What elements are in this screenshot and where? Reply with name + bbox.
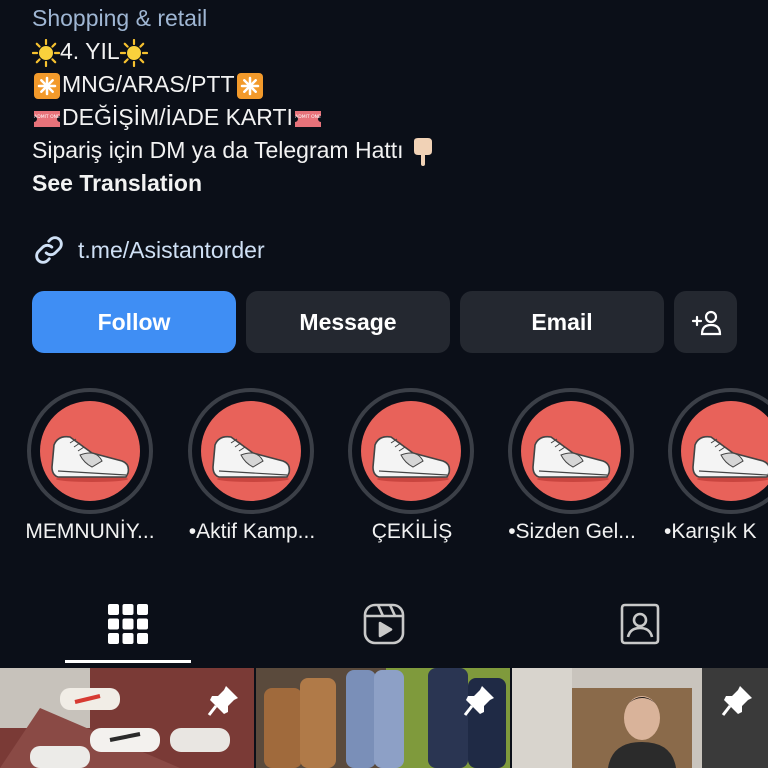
post-thumbnail[interactable]: [512, 668, 768, 768]
reels-icon: [363, 603, 405, 645]
highlight-label[interactable]: MEMNUNİY...: [10, 520, 170, 544]
add-person-icon: [691, 310, 721, 336]
sneaker-icon: [372, 435, 451, 482]
sneaker-icon: [692, 435, 768, 482]
bio-order-text: Sipariş için DM ya da Telegram Hattı: [32, 137, 404, 163]
ticket-icon: ADMIT ONE: [294, 110, 321, 127]
eight-pointed-star-icon: [236, 72, 263, 99]
highlight-label[interactable]: •Sizden Gel...: [492, 520, 652, 544]
post-image: [256, 668, 510, 768]
pinned-icon: [463, 686, 494, 716]
highlight-label[interactable]: •Aktif Kamp...: [172, 520, 332, 544]
post-image: [512, 668, 768, 768]
active-tab-indicator: [65, 660, 191, 663]
highlight-circle[interactable]: [27, 388, 153, 514]
suggest-people-button[interactable]: [674, 291, 737, 353]
bio-cargo-text: MNG/ARAS/PTT: [62, 71, 235, 97]
tab-tagged[interactable]: [616, 600, 664, 648]
bio-line-cargo: MNG/ARAS/PTT: [32, 68, 436, 101]
highlight-circle[interactable]: [348, 388, 474, 514]
profile-link-text: t.me/Asistantorder: [78, 236, 265, 263]
link-icon: [35, 236, 63, 264]
sneaker-icon: [532, 435, 611, 482]
pinned-icon: [207, 686, 238, 716]
follow-button[interactable]: Follow: [32, 291, 236, 353]
grid-icon: [108, 604, 148, 644]
highlight-circle[interactable]: [668, 388, 768, 514]
highlight-label[interactable]: ÇEKİLİŞ: [332, 520, 492, 544]
email-button[interactable]: Email: [460, 291, 664, 353]
see-translation-link[interactable]: See Translation: [32, 167, 436, 200]
post-thumbnail[interactable]: [256, 668, 510, 768]
profile-category: Shopping & retail: [32, 5, 208, 31]
pinned-icon: [721, 686, 752, 716]
tagged-icon: [620, 603, 660, 645]
highlight-circle[interactable]: [188, 388, 314, 514]
ticket-text: ADMIT ONE: [34, 114, 60, 120]
message-button[interactable]: Message: [246, 291, 450, 353]
sun-icon: [32, 38, 60, 67]
pointing-down-hand-icon: [413, 137, 432, 166]
ticket-icon: ADMIT ONE: [34, 110, 60, 127]
post-image: [0, 668, 254, 768]
highlight-label[interactable]: •Karışık K: [664, 520, 768, 544]
tab-reels[interactable]: [360, 600, 408, 648]
bio-return-text: DEĞİŞİM/İADE KARTI: [62, 104, 293, 130]
post-thumbnail[interactable]: [0, 668, 254, 768]
profile-link[interactable]: t.me/Asistantorder: [32, 232, 265, 268]
bio-line-return: ADMIT ONE DEĞİŞİM/İADE KARTI ADMIT ONE: [32, 101, 436, 134]
sneaker-icon: [212, 435, 291, 482]
bio-line-year: 4. YIL: [32, 35, 436, 68]
eight-pointed-star-icon: [34, 72, 60, 99]
sneaker-icon: [51, 435, 130, 482]
profile-bio: Shopping & retail 4. YIL MNG/ARAS/PTT AD…: [32, 2, 436, 200]
highlight-circle[interactable]: [508, 388, 634, 514]
tab-posts-grid[interactable]: [104, 600, 152, 648]
sun-icon: [119, 38, 148, 67]
ticket-text: ADMIT ONE: [295, 114, 321, 120]
bio-year-text: 4. YIL: [60, 38, 120, 64]
bio-line-order: Sipariş için DM ya da Telegram Hattı: [32, 134, 436, 167]
